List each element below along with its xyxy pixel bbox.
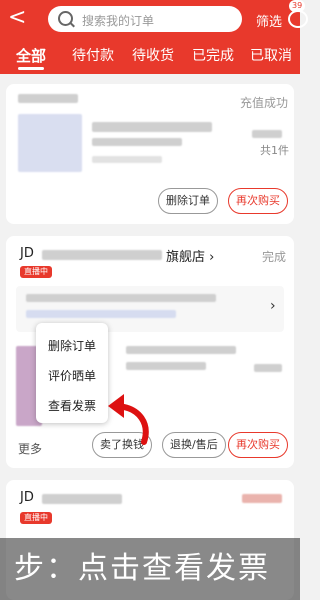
product-image bbox=[18, 114, 82, 172]
filter-button[interactable]: 筛选 bbox=[256, 11, 282, 30]
order-status: 完成 bbox=[262, 250, 287, 264]
menu-item-review[interactable]: 评价晒单 bbox=[48, 367, 96, 384]
menu-item-view-invoice[interactable]: 查看发票 bbox=[48, 397, 96, 414]
buy-again-button[interactable]: 再次购买 bbox=[228, 188, 288, 214]
search-placeholder: 搜索我的订单 bbox=[82, 14, 155, 28]
more-actions-menu: 删除订单 评价晒单 查看发票 bbox=[36, 323, 108, 423]
store-name-blurred bbox=[42, 250, 162, 260]
order-card[interactable]: 充值成功 共1件 删除订单 再次购买 bbox=[6, 84, 294, 224]
store-name-blurred bbox=[18, 94, 78, 103]
live-badge: 直播中 bbox=[20, 512, 52, 524]
more-button[interactable]: 更多 bbox=[18, 440, 42, 457]
product-spec-blurred bbox=[92, 156, 162, 163]
product-title-blurred bbox=[126, 346, 236, 354]
search-icon bbox=[58, 11, 73, 26]
tab-pending-payment[interactable]: 待付款 bbox=[72, 45, 114, 65]
notice-text-blurred bbox=[26, 310, 176, 318]
product-title-blurred bbox=[126, 362, 206, 370]
buy-again-button[interactable]: 再次购买 bbox=[228, 432, 288, 458]
price-blurred bbox=[252, 130, 282, 138]
product-title-blurred bbox=[92, 138, 182, 146]
return-service-button[interactable]: 退换/售后 bbox=[162, 432, 226, 458]
search-input[interactable]: 搜索我的订单 bbox=[48, 6, 242, 32]
item-quantity: 共1件 bbox=[260, 144, 289, 157]
live-badge: 直播中 bbox=[20, 266, 52, 278]
order-status-blurred bbox=[242, 494, 282, 503]
store-name[interactable]: JD bbox=[20, 246, 34, 261]
order-status: 充值成功 bbox=[240, 96, 289, 110]
tab-indicator bbox=[18, 67, 44, 70]
message-icon[interactable] bbox=[288, 10, 308, 28]
tab-all[interactable]: 全部 bbox=[16, 45, 46, 66]
menu-item-delete-order[interactable]: 删除订单 bbox=[48, 337, 96, 354]
product-title-blurred bbox=[92, 122, 212, 132]
notice-text-blurred bbox=[26, 294, 216, 302]
tab-completed[interactable]: 已完成 bbox=[192, 45, 234, 65]
annotation-arrow-icon bbox=[108, 394, 149, 445]
store-name-suffix[interactable]: 旗舰店 › bbox=[166, 246, 214, 265]
store-name-blurred bbox=[42, 494, 122, 504]
tab-pending-receipt[interactable]: 待收货 bbox=[132, 45, 174, 65]
order-tabs: 全部 待付款 待收货 已完成 已取消 bbox=[0, 40, 300, 72]
tutorial-caption: 步：点击查看发票 bbox=[0, 538, 300, 600]
message-badge: 39 bbox=[289, 0, 306, 12]
price-blurred bbox=[254, 364, 282, 372]
back-button[interactable]: < bbox=[8, 6, 26, 30]
header-bar: < 搜索我的订单 筛选 39 全部 待付款 待收货 已完成 已取消 bbox=[0, 0, 308, 74]
tab-cancelled[interactable]: 已取消 bbox=[250, 45, 292, 65]
delete-order-button[interactable]: 删除订单 bbox=[158, 188, 218, 214]
store-name[interactable]: JD bbox=[20, 490, 34, 505]
chevron-right-icon: › bbox=[270, 298, 276, 314]
